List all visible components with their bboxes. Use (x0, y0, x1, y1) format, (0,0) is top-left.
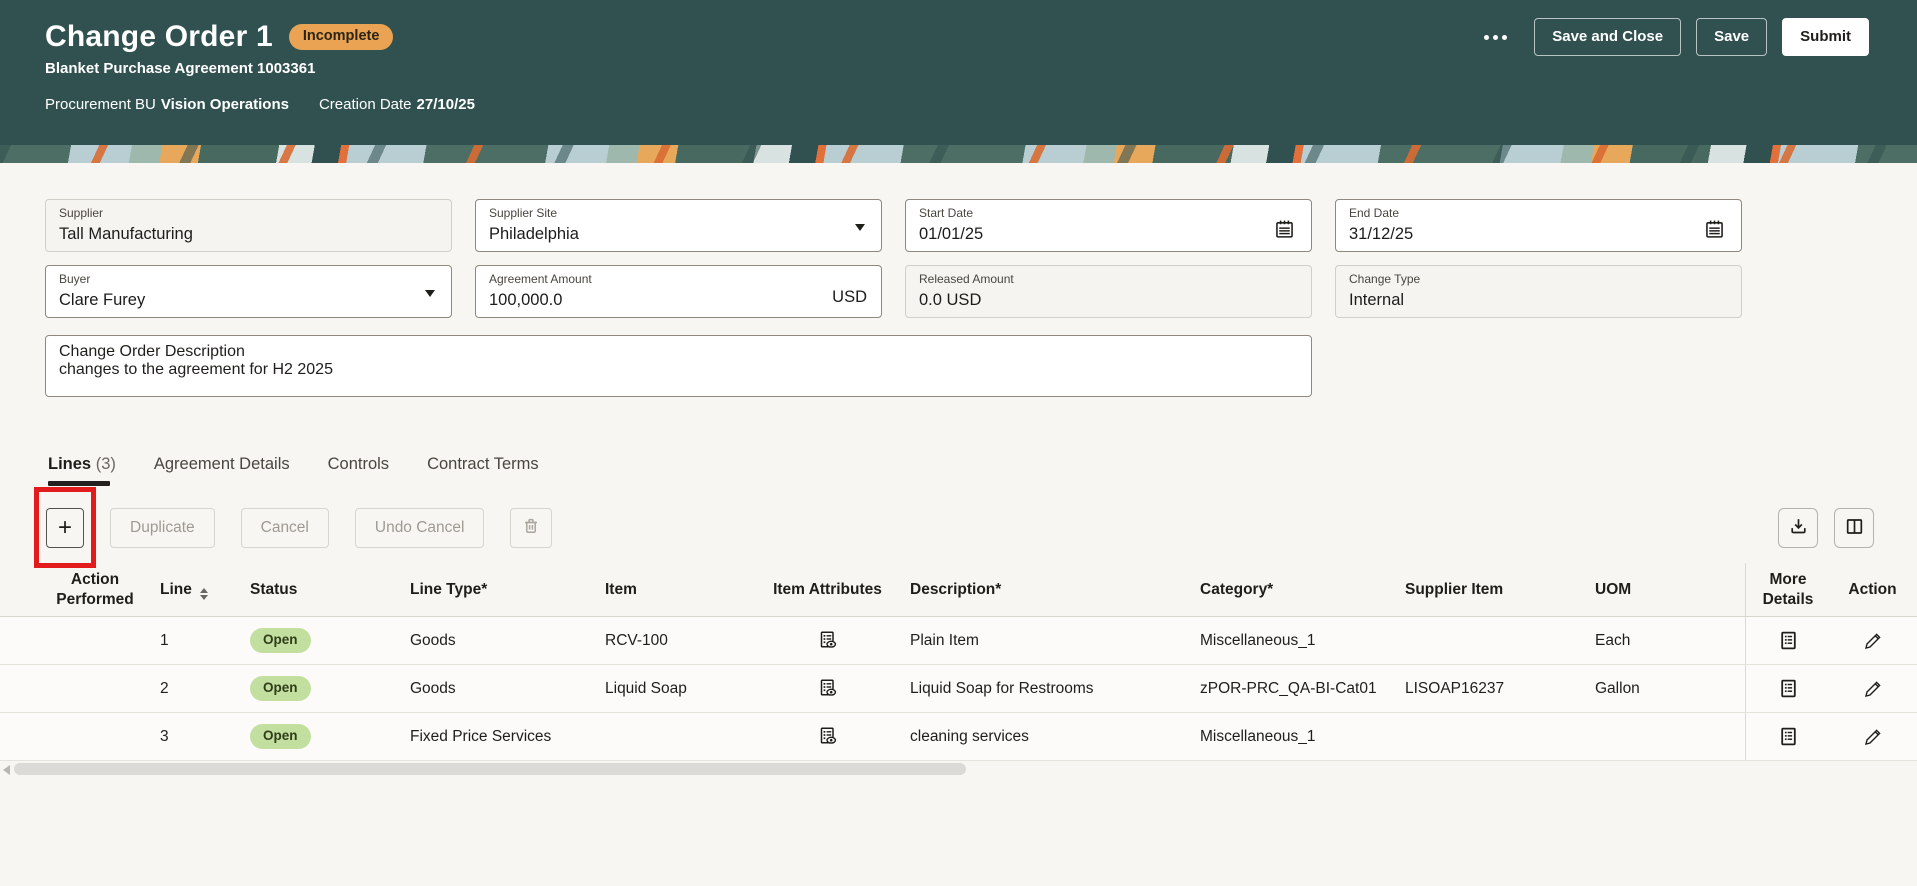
col-more-details: More Details (1745, 563, 1830, 616)
cancel-line-button[interactable]: Cancel (240, 508, 329, 548)
detail-tabs: Lines (3) Agreement Details Controls Con… (48, 455, 539, 486)
save-button[interactable]: Save (1696, 18, 1768, 56)
calendar-icon[interactable] (1700, 215, 1729, 244)
ellipsis-icon (1484, 34, 1490, 40)
save-and-close-button[interactable]: Save and Close (1534, 18, 1682, 56)
download-icon (1788, 516, 1809, 540)
col-item-attributes: Item Attributes (773, 580, 882, 598)
end-date-field[interactable]: End Date 31/12/25 (1335, 199, 1742, 252)
page-title: Change Order 1 (45, 20, 273, 53)
tab-agreement-details[interactable]: Agreement Details (154, 455, 290, 486)
line-number: 1 (160, 631, 169, 649)
undo-cancel-button[interactable]: Undo Cancel (354, 508, 485, 548)
edit-line-button[interactable] (1859, 627, 1887, 655)
agreement-amount-field[interactable]: Agreement Amount 100,000.0 USD (475, 265, 882, 318)
ellipsis-icon (1502, 34, 1508, 40)
chevron-down-icon[interactable] (855, 224, 865, 231)
decorative-banner (0, 145, 1917, 163)
table-row[interactable]: 3 Open Fixed Price Services cleaning ser… (0, 713, 1917, 761)
col-action: Action (1848, 580, 1897, 598)
supplier-site-field[interactable]: Supplier Site Philadelphia (475, 199, 882, 252)
buyer-field[interactable]: Buyer Clare Furey (45, 265, 452, 318)
change-type-field: Change Type Internal (1335, 265, 1742, 318)
released-amount-field: Released Amount 0.0 USD (905, 265, 1312, 318)
line-number: 2 (160, 679, 169, 697)
more-details-button[interactable] (1774, 674, 1803, 703)
more-details-button[interactable] (1774, 626, 1803, 655)
col-action-performed: Action Performed (56, 571, 134, 608)
manage-columns-button[interactable] (1834, 508, 1874, 548)
submit-button[interactable]: Submit (1782, 18, 1869, 56)
col-line-type: Line Type* (410, 580, 488, 598)
col-status: Status (250, 580, 298, 598)
col-uom: UOM (1595, 580, 1632, 598)
horizontal-scrollbar[interactable] (0, 761, 1917, 777)
col-line[interactable]: Line (150, 580, 240, 600)
currency-code: USD (832, 288, 867, 306)
more-actions-button[interactable] (1484, 34, 1508, 40)
lines-table: Action Performed Line Status Line Type* … (0, 563, 1917, 761)
calendar-icon[interactable] (1270, 215, 1299, 244)
tab-lines[interactable]: Lines (3) (48, 455, 116, 486)
table-row[interactable]: 2 Open Goods Liquid Soap Liquid Soap for… (0, 665, 1917, 713)
col-category: Category* (1200, 580, 1274, 598)
scroll-left-icon[interactable] (3, 765, 10, 775)
chevron-down-icon[interactable] (425, 290, 435, 297)
col-supplier-item: Supplier Item (1405, 580, 1504, 598)
table-row[interactable]: 1 Open Goods RCV-100 Plain Item Miscella… (0, 617, 1917, 665)
page-header: Change Order 1 Incomplete Blanket Purcha… (0, 0, 1917, 145)
item-attributes-icon[interactable] (814, 674, 842, 702)
line-number: 3 (160, 727, 169, 745)
lines-count: (3) (95, 455, 116, 473)
change-order-description-field[interactable]: Change Order Description changes to the … (45, 335, 1312, 397)
creation-date-meta: Creation Date 27/10/25 (318, 96, 475, 113)
item-attributes-icon[interactable] (814, 722, 842, 750)
scrollbar-thumb[interactable] (14, 763, 966, 775)
table-header-row: Action Performed Line Status Line Type* … (0, 563, 1917, 617)
sort-icon (199, 587, 208, 600)
tab-contract-terms[interactable]: Contract Terms (427, 455, 539, 486)
ellipsis-icon (1493, 34, 1499, 40)
supplier-value: Tall Manufacturing (59, 225, 193, 243)
lines-toolbar: + Duplicate Cancel Undo Cancel (46, 508, 553, 548)
change-order-form: Supplier Tall Manufacturing Supplier Sit… (45, 199, 1745, 397)
supplier-field: Supplier Tall Manufacturing (45, 199, 452, 252)
page-subtitle: Blanket Purchase Agreement 1003361 (45, 60, 316, 77)
more-details-button[interactable] (1774, 722, 1803, 751)
export-button[interactable] (1778, 508, 1818, 548)
item-attributes-icon[interactable] (814, 626, 842, 654)
status-badge: Incomplete (288, 24, 394, 50)
col-item: Item (605, 580, 637, 598)
delete-line-button[interactable] (510, 508, 553, 548)
col-description: Description* (910, 580, 1002, 598)
columns-icon (1844, 516, 1865, 540)
status-pill: Open (250, 628, 311, 653)
trash-icon (521, 516, 541, 541)
start-date-field[interactable]: Start Date 01/01/25 (905, 199, 1312, 252)
tab-controls[interactable]: Controls (328, 455, 389, 486)
duplicate-button[interactable]: Duplicate (110, 508, 215, 548)
edit-line-button[interactable] (1859, 675, 1887, 703)
edit-line-button[interactable] (1859, 723, 1887, 751)
status-pill: Open (250, 724, 311, 749)
add-line-button[interactable]: + (46, 508, 84, 548)
supplier-label: Supplier (59, 206, 104, 220)
procurement-bu-meta: Procurement BU Vision Operations (45, 96, 289, 113)
status-pill: Open (250, 676, 311, 701)
